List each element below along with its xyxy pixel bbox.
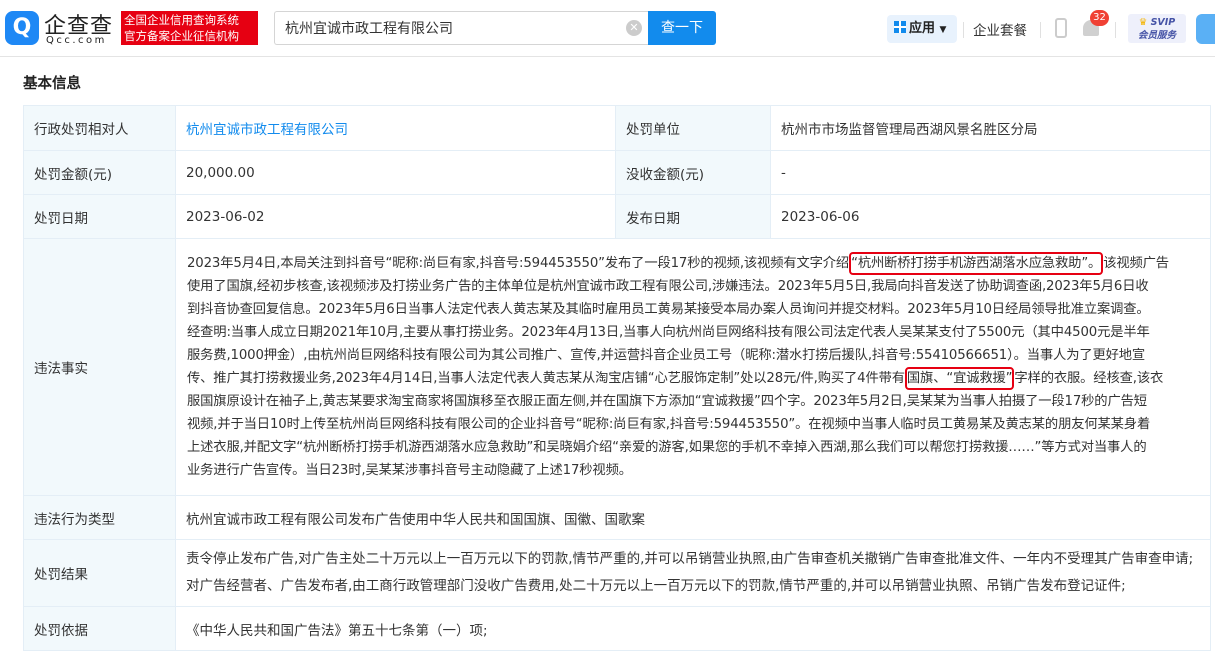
crown-icon: ♛ [1138,17,1148,28]
logo-domain: Qcc.com [46,35,107,46]
result-label: 处罚结果 [23,539,176,607]
slogan-banner: 全国企业信用查询系统 官方备案企业征信机构 [121,11,258,45]
table-row: 处罚依据 《中华人民共和国广告法》第五十七条第（一）项; [23,606,1211,651]
user-avatar[interactable] [1196,14,1215,44]
facts-line: 业务进行广告宣传。当日23时,吴某某涉事抖音号主动隐藏了上述17秒视频。 [187,462,632,478]
search-input[interactable] [275,12,605,44]
chevron-down-icon: ▼ [939,25,947,35]
table-row: 违法事实 2023年5月4日,本局关注到抖音号“昵称:尚巨有家,抖音号:5944… [23,238,1211,496]
type-label: 违法行为类型 [23,495,176,540]
basis-label: 处罚依据 [23,606,176,651]
facts-line: 服务费,1000押金）,由杭州尚巨网络科技有限公司为其公司推广、宣传,并运营抖音… [187,347,1146,363]
svip-sub: 会员服务 [1137,30,1176,41]
authority-label: 处罚单位 [615,105,771,151]
highlight-box: “杭州断桥打捞手机游西湖落水应急救助”。 [849,251,1104,275]
divider [1115,22,1116,38]
slogan-line2: 官方备案企业征信机构 [124,29,239,43]
facts-line: 到抖音协查回复信息。2023年5月6日当事人法定代表人黄志某及其临时雇用员工黄易… [187,301,1150,317]
facts-line: 2023年5月4日,本局关注到抖音号“昵称:尚巨有家,抖音号:594453550… [187,251,1200,275]
party-link[interactable]: 杭州宜诚市政工程有限公司 [186,122,348,138]
mobile-icon[interactable] [1055,18,1067,38]
facts-line: 视频,并于当日10时上传至杭州尚巨网络科技有限公司的企业抖音号“昵称:尚巨有家,… [187,416,1151,432]
facts-label: 违法事实 [23,238,176,496]
confiscated-value: - [770,150,1211,195]
enterprise-suite-link[interactable]: 企业套餐 [973,19,1027,39]
facts-line: 服国旗原设计在袖子上,黄志某要求淘宝商家将国旗移至衣服正面左侧,并在国旗下方添加… [187,393,1147,409]
highlight-box: 国旗、“宜诚救援” [904,366,1015,390]
search-box: ✕ [274,11,648,45]
facts-line: 使用了国旗,经初步核查,该视频涉及打捞业务广告的主体单位是杭州宜诚市政工程有限公… [187,278,1149,294]
section-title: 基本信息 [23,76,81,92]
basis-value: 《中华人民共和国广告法》第五十七条第（一）项; [175,606,1211,651]
facts-line: 上述衣服,并配文字“杭州断桥打捞手机游西湖落水应急救助”和吴晓娟介绍“亲爱的游客… [187,439,1147,455]
apps-label: 应用 [909,21,936,36]
date-value: 2023-06-02 [175,194,616,239]
table-row: 处罚结果 责令停止发布广告,对广告主处二十万元以上一百万元以下的罚款,情节严重的… [23,539,1211,607]
amount-label: 处罚金额(元) [23,150,176,195]
table-row: 处罚日期 2023-06-02 发布日期 2023-06-06 [23,194,1211,239]
slogan-line1: 全国企业信用查询系统 [124,13,239,27]
table-row: 处罚金额(元) 20,000.00 没收金额(元) - [23,150,1211,195]
notification-badge: 32 [1090,10,1109,26]
confiscated-label: 没收金额(元) [615,150,771,195]
qcc-logo-icon[interactable]: Q [5,11,39,45]
authority-value: 杭州市市场监督管理局西湖风景名胜区分局 [770,105,1211,151]
apps-menu-button[interactable]: 应用 ▼ [887,15,957,43]
clear-icon[interactable]: ✕ [626,20,642,36]
penalty-info-table: 行政处罚相对人 杭州宜诚市政工程有限公司 处罚单位 杭州市市场监督管理局西湖风景… [23,105,1211,651]
facts-value: 2023年5月4日,本局关注到抖音号“昵称:尚巨有家,抖音号:594453550… [175,238,1211,496]
top-bar: Q 企查查 Qcc.com 全国企业信用查询系统 官方备案企业征信机构 ✕ 查一… [0,0,1215,57]
facts-line: 传、推广其打捞救援业务,2023年4月14日,当事人法定代表人黄志某从淘宝店铺“… [187,366,1200,390]
divider [1040,22,1041,38]
party-label: 行政处罚相对人 [23,105,176,151]
date-label: 处罚日期 [23,194,176,239]
type-value: 杭州宜诚市政工程有限公司发布广告使用中华人民共和国国旗、国徽、国歌案 [175,495,1211,540]
publish-label: 发布日期 [615,194,771,239]
table-row: 行政处罚相对人 杭州宜诚市政工程有限公司 处罚单位 杭州市市场监督管理局西湖风景… [23,105,1211,151]
svip-label: SVIP [1150,17,1176,28]
svip-button[interactable]: ♛ SVIP 会员服务 [1128,14,1186,43]
result-value: 责令停止发布广告,对广告主处二十万元以上一百万元以下的罚款,情节严重的,并可以吊… [175,539,1211,607]
search-button[interactable]: 查一下 [648,11,716,45]
publish-value: 2023-06-06 [770,194,1211,239]
divider [963,22,964,38]
apps-grid-icon [894,21,906,33]
amount-value: 20,000.00 [175,150,616,195]
table-row: 违法行为类型 杭州宜诚市政工程有限公司发布广告使用中华人民共和国国旗、国徽、国歌… [23,495,1211,540]
facts-line: 经查明:当事人成立日期2021年10月,主要从事打捞业务。2023年4月13日,… [187,324,1150,340]
